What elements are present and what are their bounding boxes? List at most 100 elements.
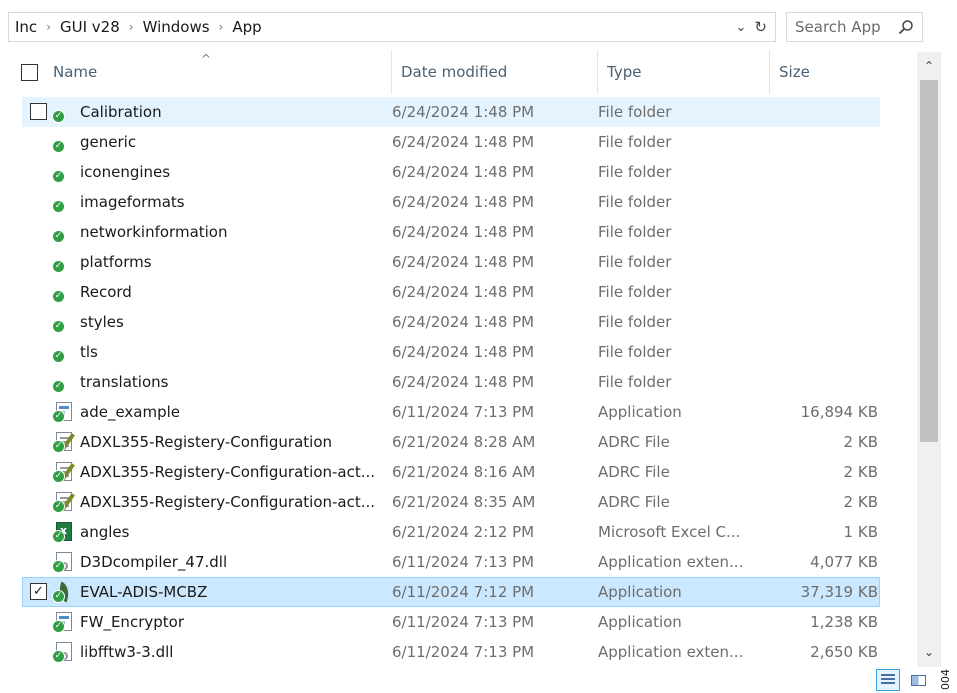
- name-cell: ✓ ADXL355-Registery-Configuration-act...: [22, 487, 392, 517]
- file-row[interactable]: ✓ iconengines 6/24/2024 1:48 PM File folder: [22, 157, 880, 187]
- file-name: Calibration: [80, 103, 162, 121]
- row-checkbox-slot: [22, 637, 52, 667]
- size-cell: 2,650 KB: [810, 643, 878, 661]
- type-cell: Microsoft Excel C...: [598, 523, 741, 541]
- large-icons-view-button[interactable]: [906, 669, 930, 691]
- date-cell: 6/11/2024 7:12 PM: [392, 583, 535, 601]
- row-checkbox[interactable]: [30, 103, 47, 120]
- file-row[interactable]: ✓ FW_Encryptor 6/11/2024 7:13 PM Applicatio…: [22, 607, 880, 637]
- address-dropdown-icon[interactable]: ⌄: [736, 20, 747, 35]
- breadcrumb-item-app[interactable]: App: [232, 18, 261, 36]
- sync-status-icon: ✓: [52, 620, 65, 633]
- type-cell: File folder: [598, 373, 672, 391]
- file-row[interactable]: ✓ platforms 6/24/2024 1:48 PM File folder: [22, 247, 880, 277]
- type-cell: Application: [598, 583, 682, 601]
- vertical-scrollbar[interactable]: ⌃ ⌄: [917, 52, 941, 667]
- file-name: angles: [80, 523, 130, 541]
- chevron-right-icon: ›: [218, 20, 224, 34]
- select-all-checkbox[interactable]: [21, 63, 38, 81]
- file-row[interactable]: ✓ ADXL355-Registery-Configuration-act... 6…: [22, 457, 880, 487]
- file-row[interactable]: ✓ styles 6/24/2024 1:48 PM File folder: [22, 307, 880, 337]
- row-checkbox-slot: [22, 127, 52, 157]
- type-cell: ADRC File: [598, 433, 670, 451]
- row-checkbox-slot: [22, 607, 52, 637]
- application-icon: ✓: [52, 611, 74, 633]
- details-view-button[interactable]: [876, 669, 900, 691]
- file-row[interactable]: ✓ D3Dcompiler_47.dll 6/11/2024 7:13 PM Appl…: [22, 547, 880, 577]
- row-checkbox-slot: [22, 337, 52, 367]
- large-icons-view-icon: [910, 674, 926, 686]
- file-name: platforms: [80, 253, 152, 271]
- file-row[interactable]: ✓ ADXL355-Registery-Configuration 6/21/202…: [22, 427, 880, 457]
- name-cell: ✓ ✓ EVAL-ADIS-MCBZ: [22, 577, 392, 607]
- name-cell: ✓ imageformats: [22, 187, 392, 217]
- sync-status-icon: ✓: [52, 470, 65, 483]
- scroll-down-icon[interactable]: ⌄: [917, 642, 941, 662]
- file-name: generic: [80, 133, 137, 151]
- date-cell: 6/24/2024 1:48 PM: [392, 373, 535, 391]
- file-row[interactable]: ✓ Calibration 6/24/2024 1:48 PM File folder: [22, 97, 880, 127]
- scroll-up-icon[interactable]: ⌃: [917, 56, 941, 76]
- excel-file-icon: ✓: [52, 521, 74, 543]
- size-cell: 2 KB: [843, 493, 878, 511]
- scrollbar-thumb[interactable]: [920, 80, 938, 442]
- row-checkbox[interactable]: ✓: [30, 583, 47, 600]
- type-column-label: Type: [607, 63, 642, 81]
- size-column-label: Size: [779, 63, 810, 81]
- search-icon[interactable]: [898, 19, 914, 35]
- type-cell: Application: [598, 403, 682, 421]
- size-column-header[interactable]: Size: [770, 50, 886, 94]
- file-name: FW_Encryptor: [80, 613, 184, 631]
- folder-icon: ✓: [52, 161, 74, 183]
- breadcrumb-item-inc[interactable]: Inc: [15, 18, 37, 36]
- name-cell: ✓ ADXL355-Registery-Configuration: [22, 427, 392, 457]
- file-row[interactable]: ✓ networkinformation 6/24/2024 1:48 PM File…: [22, 217, 880, 247]
- size-cell: 1,238 KB: [810, 613, 878, 631]
- file-row[interactable]: ✓ ade_example 6/11/2024 7:13 PM Application…: [22, 397, 880, 427]
- file-name: D3Dcompiler_47.dll: [80, 553, 228, 571]
- file-row[interactable]: ✓ ADXL355-Registery-Configuration-act... 6…: [22, 487, 880, 517]
- type-column-header[interactable]: Type: [598, 50, 770, 94]
- date-cell: 6/24/2024 1:48 PM: [392, 343, 535, 361]
- breadcrumb-item-gui[interactable]: GUI v28: [60, 18, 120, 36]
- address-bar[interactable]: Inc › GUI v28 › Windows › App ⌄ ↻: [8, 12, 776, 42]
- search-box: [786, 12, 923, 42]
- file-row[interactable]: ✓ tls 6/24/2024 1:48 PM File folder: [22, 337, 880, 367]
- file-row[interactable]: ✓ translations 6/24/2024 1:48 PM File folde…: [22, 367, 880, 397]
- name-cell: ✓ Record: [22, 277, 392, 307]
- folder-icon: ✓: [52, 191, 74, 213]
- file-row[interactable]: ✓ libfftw3-3.dll 6/11/2024 7:13 PM Applicat…: [22, 637, 880, 667]
- file-row[interactable]: ✓ Record 6/24/2024 1:48 PM File folder: [22, 277, 880, 307]
- folder-icon: ✓: [52, 251, 74, 273]
- row-checkbox-slot: [22, 547, 52, 577]
- date-column-header[interactable]: Date modified: [392, 50, 598, 94]
- date-cell: 6/24/2024 1:48 PM: [392, 133, 535, 151]
- name-cell: ✓ angles: [22, 517, 392, 547]
- file-row[interactable]: ✓ imageformats 6/24/2024 1:48 PM File folde…: [22, 187, 880, 217]
- file-row[interactable]: ✓ generic 6/24/2024 1:48 PM File folder: [22, 127, 880, 157]
- refresh-icon[interactable]: ↻: [754, 18, 767, 36]
- search-input[interactable]: [795, 18, 895, 36]
- sync-status-icon: ✓: [52, 260, 65, 273]
- type-cell: File folder: [598, 313, 672, 331]
- date-cell: 6/24/2024 1:48 PM: [392, 253, 535, 271]
- date-cell: 6/24/2024 1:48 PM: [392, 313, 535, 331]
- name-cell: ✓ Calibration: [22, 97, 392, 127]
- sync-status-icon: ✓: [52, 650, 65, 663]
- type-cell: File folder: [598, 223, 672, 241]
- size-cell: 2 KB: [843, 433, 878, 451]
- type-cell: File folder: [598, 253, 672, 271]
- eval-app-icon: ✓: [52, 581, 74, 603]
- name-column-header[interactable]: Name ^: [8, 50, 392, 94]
- type-cell: ADRC File: [598, 463, 670, 481]
- type-cell: ADRC File: [598, 493, 670, 511]
- file-list: ✓ Calibration 6/24/2024 1:48 PM File folder…: [22, 97, 880, 667]
- size-cell: 1 KB: [843, 523, 878, 541]
- folder-icon: ✓: [52, 341, 74, 363]
- name-cell: ✓ D3Dcompiler_47.dll: [22, 547, 392, 577]
- file-row[interactable]: ✓ ✓ EVAL-ADIS-MCBZ 6/11/2024 7:12 PM Applica…: [22, 577, 880, 607]
- breadcrumb-item-windows[interactable]: Windows: [143, 18, 210, 36]
- file-name: EVAL-ADIS-MCBZ: [80, 583, 208, 601]
- sync-status-icon: ✓: [52, 530, 65, 543]
- file-row[interactable]: ✓ angles 6/21/2024 2:12 PM Microsoft Excel …: [22, 517, 880, 547]
